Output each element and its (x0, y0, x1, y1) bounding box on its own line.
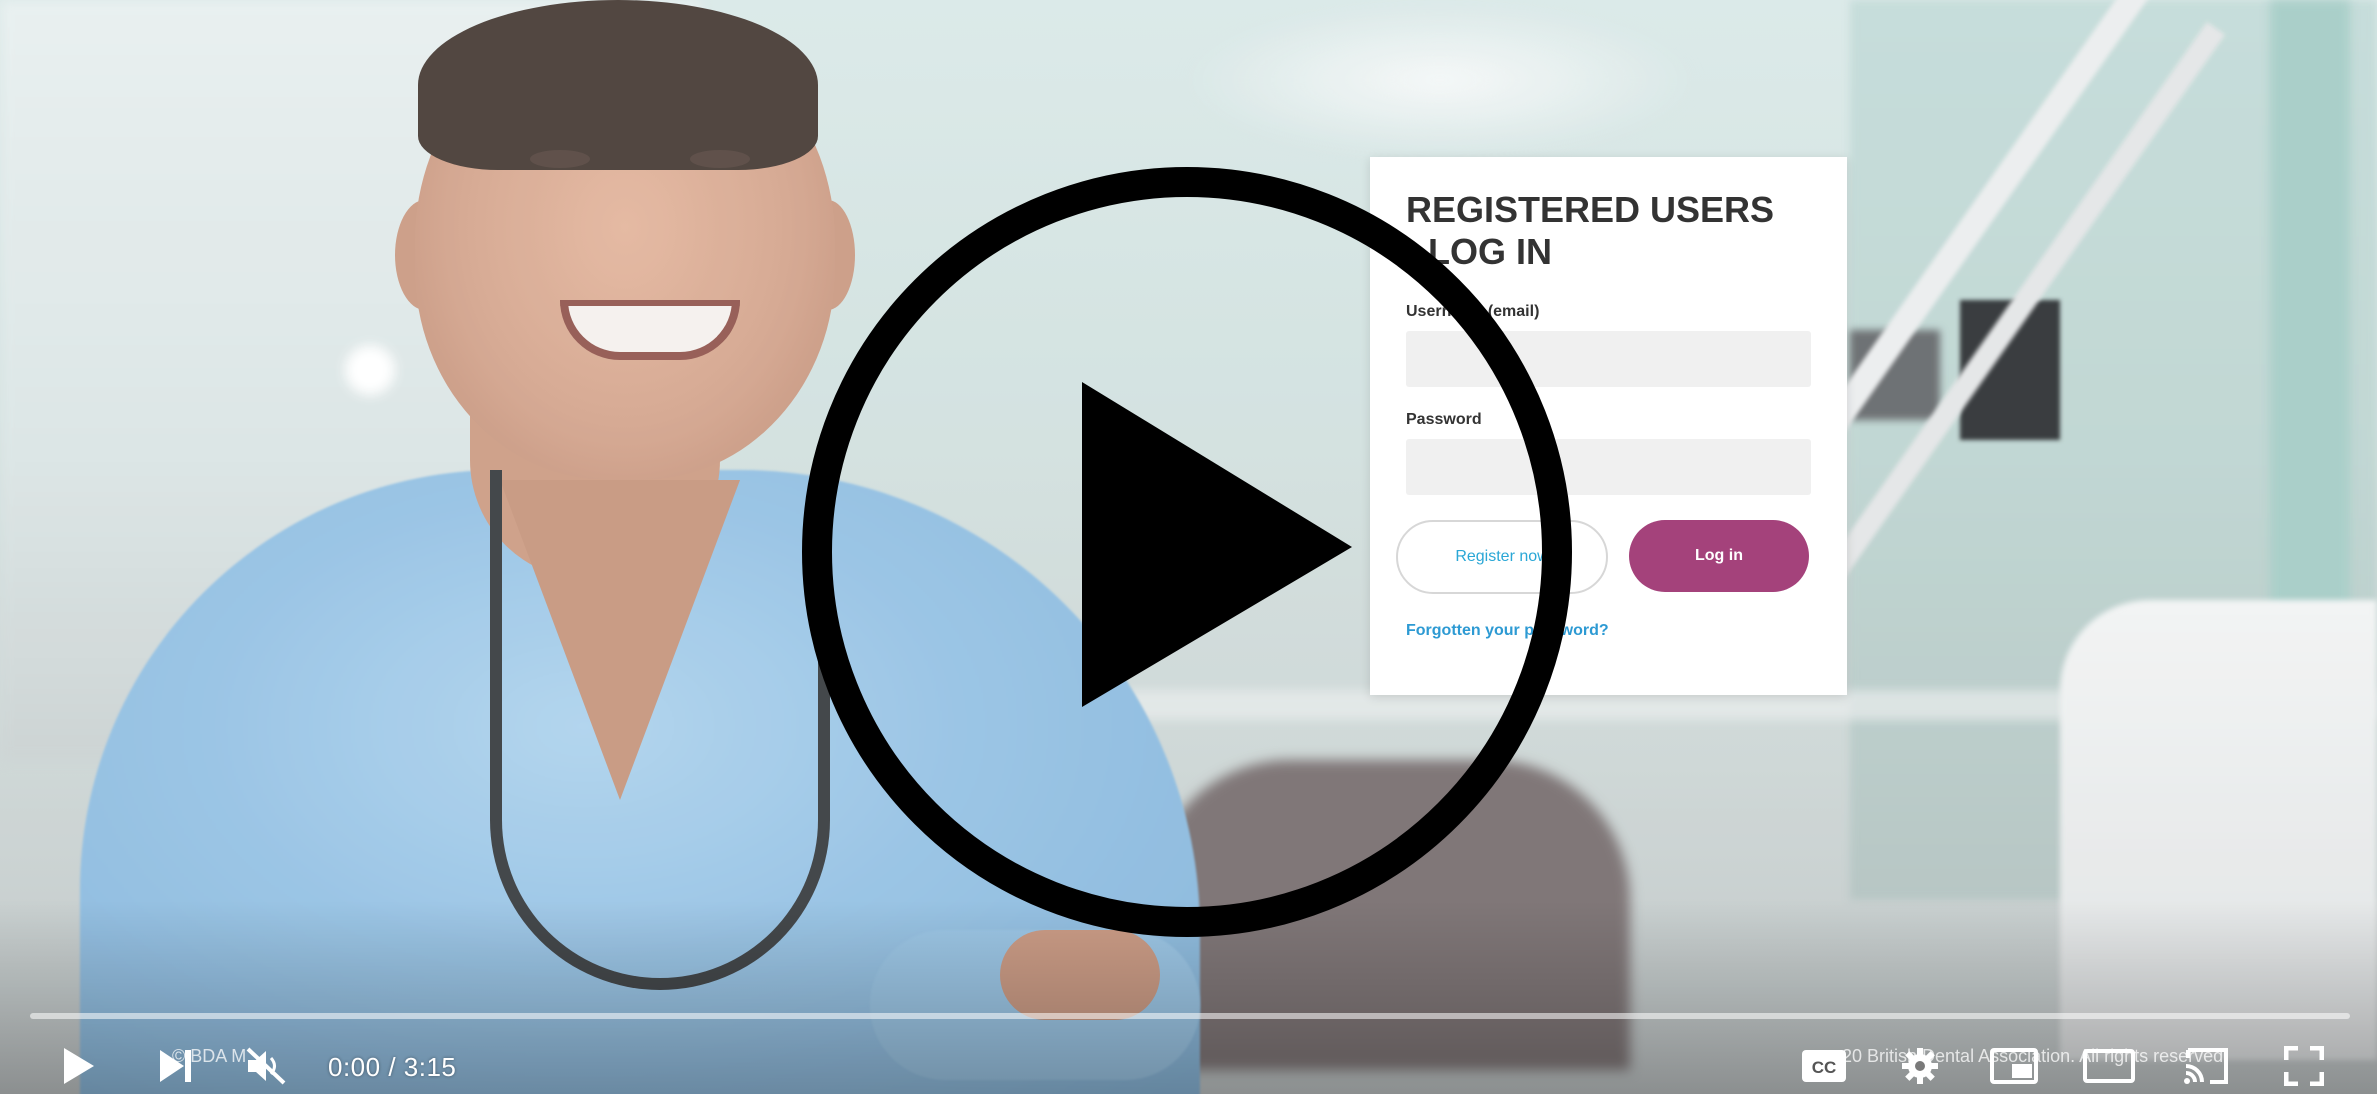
cast-button[interactable] (2178, 1040, 2234, 1092)
progress-bar[interactable] (30, 1013, 2350, 1019)
theater-mode-icon (2083, 1049, 2135, 1083)
svg-text:CC: CC (1812, 1058, 1837, 1077)
theater-mode-button[interactable] (2080, 1040, 2138, 1092)
time-display: 0:00 / 3:15 (328, 1052, 456, 1083)
miniplayer-button[interactable] (1986, 1040, 2042, 1092)
next-button[interactable] (148, 1040, 204, 1092)
play-circle-icon[interactable] (792, 157, 1582, 947)
log-in-button[interactable]: Log in (1629, 520, 1809, 592)
captions-icon: CC (1801, 1049, 1847, 1083)
video-player[interactable]: REGISTERED USERS - LOG IN Username (emai… (0, 0, 2377, 1094)
play-button[interactable] (50, 1040, 106, 1092)
time-separator: / (380, 1052, 404, 1082)
current-time: 0:00 (328, 1052, 381, 1082)
fullscreen-icon (2284, 1046, 2324, 1086)
fullscreen-button[interactable] (2276, 1040, 2332, 1092)
duration: 3:15 (403, 1052, 457, 1082)
play-icon (60, 1046, 96, 1086)
mute-button[interactable] (236, 1040, 296, 1092)
gear-icon (1900, 1046, 1940, 1086)
captions-button[interactable]: CC (1798, 1040, 1850, 1092)
cast-icon (2182, 1046, 2230, 1086)
miniplayer-icon (1990, 1048, 2038, 1084)
settings-button[interactable] (1894, 1040, 1946, 1092)
volume-muted-icon (244, 1046, 288, 1086)
next-icon (156, 1048, 196, 1084)
